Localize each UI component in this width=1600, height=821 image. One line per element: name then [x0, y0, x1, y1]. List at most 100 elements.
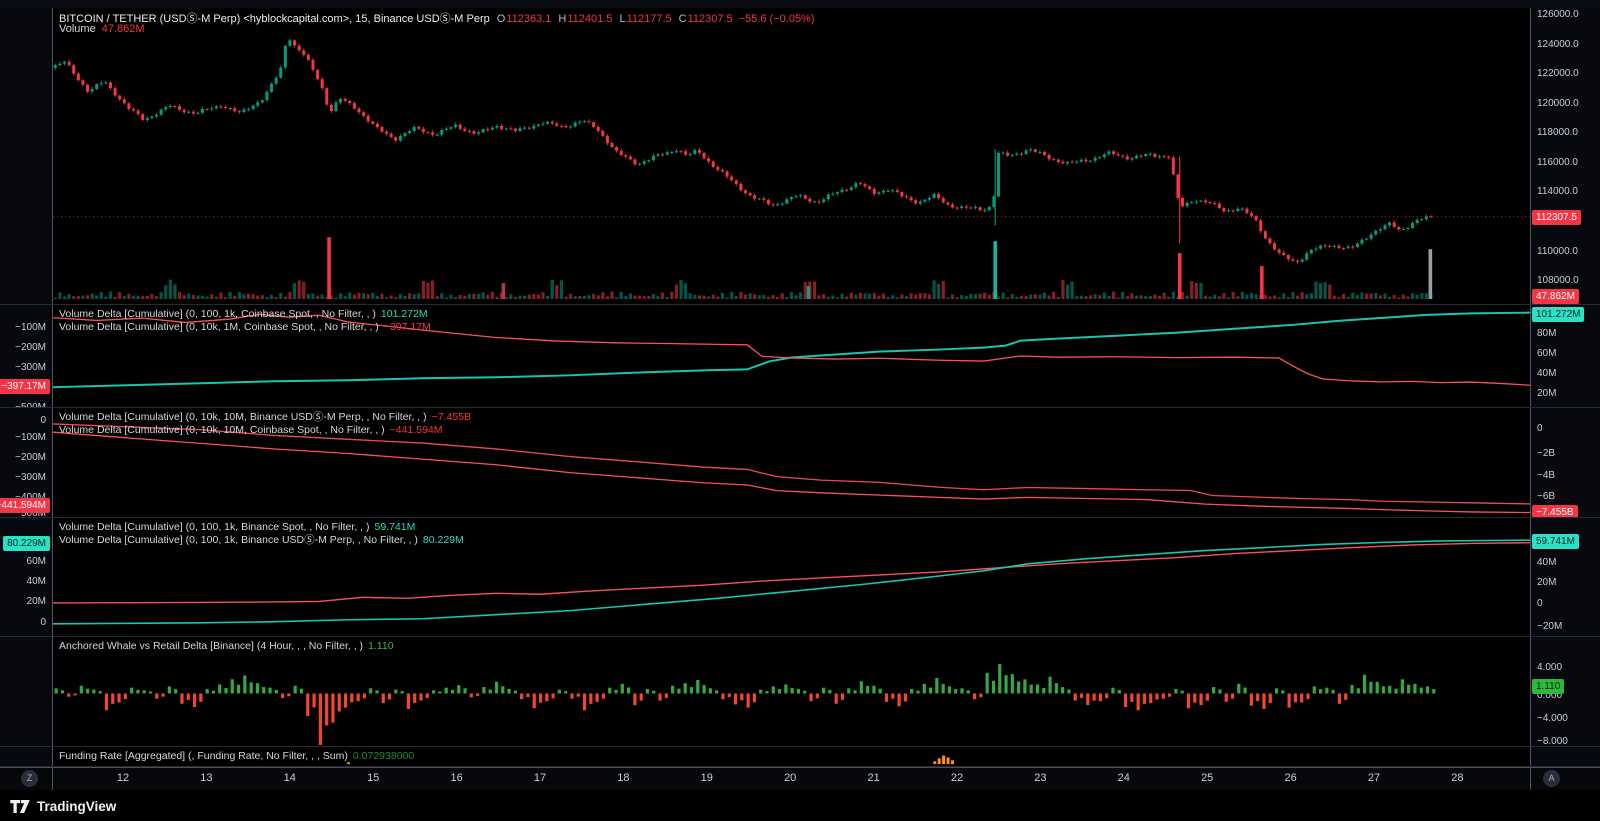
date-tick: 17 [534, 772, 546, 784]
date-tick: 19 [701, 772, 713, 784]
right-axis-cvd-coinbase[interactable]: 80M60M40M20M101.272M [1530, 305, 1600, 407]
right-axis-whale-retail[interactable]: 4.0000.000−4.000−8.0001.110 [1530, 637, 1600, 746]
indicator-title[interactable]: Funding Rate [Aggregated] (, Funding Rat… [59, 750, 348, 762]
axis-tick: 0 [1537, 597, 1543, 611]
axis-tick: −4B [1537, 469, 1555, 483]
date-tick: 16 [450, 772, 462, 784]
axis-tick: 114000.0 [1537, 185, 1578, 199]
indicator-title[interactable]: Anchored Whale vs Retail Delta [Binance]… [59, 640, 363, 652]
right-axis-cvd-perp-coinbase[interactable]: 0−2B−4B−6B−7.455B [1530, 408, 1600, 517]
time-axis: Z 1213141516171819202122232425262728 A [0, 767, 1600, 790]
chart-area-cvd-coinbase[interactable]: Volume Delta [Cumulative] (0, 100, 1k, C… [53, 305, 1530, 407]
left-axis-funding[interactable] [0, 747, 53, 766]
left-axis-cvd-coinbase[interactable]: −100M−200M−300M−500M−397.17M [0, 305, 53, 407]
ohlc-close-value: 112307.5 [688, 13, 733, 25]
axis-tick: 60M [1537, 347, 1556, 361]
auto-scale-button[interactable]: A [1543, 770, 1560, 787]
chart-area-cvd-perp-coinbase[interactable]: Volume Delta [Cumulative] (0, 10k, 10M, … [53, 408, 1530, 517]
indicator-legend: Volume Delta [Cumulative] (0, 100, 1k, B… [59, 521, 464, 546]
right-axis-price[interactable]: 126000.0124000.0122000.0120000.0118000.0… [1530, 8, 1600, 304]
indicator-title[interactable]: Volume Delta [Cumulative] (0, 100, 1k, B… [59, 534, 418, 546]
indicator-legend: Volume Delta [Cumulative] (0, 100, 1k, C… [59, 308, 431, 333]
left-axis-price[interactable] [0, 8, 53, 304]
axis-tick: −100M [15, 431, 46, 445]
axis-tick: 126000.0 [1537, 8, 1579, 22]
date-tick: 23 [1034, 772, 1046, 784]
symbol-legend: BITCOIN / TETHER (USDⓈ-M Perp) <hyblockc… [59, 9, 815, 27]
date-tick: 22 [951, 772, 963, 784]
axis-tick: 40M [1537, 556, 1556, 570]
ohlc-low-value: 112177.5 [627, 13, 672, 25]
right-axis-cvd-binance[interactable]: 40M20M0−20M59.741M [1530, 518, 1600, 636]
left-axis-cvd-binance[interactable]: 60M40M20M080.229M [0, 518, 53, 636]
date-tick: 15 [367, 772, 379, 784]
price-badge: 112307.5 [1532, 210, 1581, 225]
price-badge: 80.229M [3, 536, 50, 551]
indicator-title[interactable]: Volume Delta [Cumulative] (0, 10k, 10M, … [59, 411, 427, 423]
price-plot[interactable] [53, 8, 1530, 304]
date-tick: 26 [1284, 772, 1296, 784]
chart-area-cvd-binance[interactable]: Volume Delta [Cumulative] (0, 100, 1k, B… [53, 518, 1530, 636]
axis-tick: 20M [1537, 387, 1556, 401]
axis-tick: 0 [1537, 422, 1543, 436]
price-badge: 101.272M [1532, 307, 1584, 322]
axis-tick: 40M [27, 575, 46, 589]
axis-tick: 4.000 [1537, 661, 1562, 675]
ohlc-open-label: O [497, 13, 506, 25]
axis-tick: 122000.0 [1537, 67, 1579, 81]
timezone-button[interactable]: Z [21, 770, 38, 787]
axis-tick: −4.000 [1537, 712, 1568, 726]
axis-tick: −500M [15, 401, 46, 407]
price-badge: −7.455B [1532, 505, 1578, 517]
indicator-value: 80.229M [423, 534, 464, 546]
date-tick: 28 [1451, 772, 1463, 784]
indicator-value: 59.741M [374, 521, 415, 533]
time-axis-scale[interactable]: 1213141516171819202122232425262728 [53, 768, 1530, 790]
indicator-title[interactable]: Volume Delta [Cumulative] (0, 10k, 1M, C… [59, 321, 379, 333]
axis-tick: −8.000 [1537, 735, 1568, 746]
pane-funding: Funding Rate [Aggregated] (, Funding Rat… [0, 747, 1600, 767]
price-badge: 59.741M [1532, 534, 1579, 549]
ohlc-open-value: 112363.1 [506, 13, 551, 25]
tradingview-brand-text[interactable]: TradingView [37, 799, 116, 814]
axis-tick: 110000.0 [1537, 245, 1578, 259]
legend-row: Anchored Whale vs Retail Delta [Binance]… [59, 640, 394, 653]
left-axis-whale-retail[interactable] [0, 637, 53, 746]
left-axis-cvd-perp-coinbase[interactable]: 0−100M−200M−300M−400M−500M−441.594M [0, 408, 53, 517]
axis-tick: −100M [15, 321, 46, 335]
tradingview-logo-icon[interactable] [10, 800, 30, 813]
axis-tick: −300M [15, 361, 46, 375]
indicator-title[interactable]: Volume Delta [Cumulative] (0, 10k, 10M, … [59, 424, 385, 436]
axis-tick: 120000.0 [1537, 97, 1579, 111]
date-tick: 12 [117, 772, 129, 784]
indicator-title[interactable]: Volume Delta [Cumulative] (0, 100, 1k, C… [59, 308, 376, 320]
price-badge: −441.594M [0, 498, 50, 513]
ohlc-low-label: L [619, 13, 625, 25]
indicator-legend: Anchored Whale vs Retail Delta [Binance]… [59, 640, 394, 653]
top-strip [0, 0, 1600, 8]
pane-cvd-binance: 60M40M20M080.229M Volume Delta [Cumulativ… [0, 518, 1600, 637]
volume-legend[interactable]: Volume47.862M [59, 23, 145, 35]
volume-value: 47.862M [102, 23, 145, 35]
axis-tick: −20M [1537, 620, 1562, 634]
date-tick: 14 [284, 772, 296, 784]
footer-bar: TradingView [0, 790, 1600, 821]
indicator-value: −397.17M [384, 321, 431, 333]
chart-area-price[interactable] [53, 8, 1530, 304]
indicator-value: 1.110 [368, 640, 394, 652]
date-tick: 20 [784, 772, 796, 784]
indicator-title[interactable]: Volume Delta [Cumulative] (0, 100, 1k, B… [59, 521, 369, 533]
date-tick: 24 [1118, 772, 1130, 784]
indicator-value: −441.594M [390, 424, 443, 436]
chart-area-whale-retail[interactable]: Anchored Whale vs Retail Delta [Binance]… [53, 637, 1530, 746]
pane-whale-retail: Anchored Whale vs Retail Delta [Binance]… [0, 637, 1600, 747]
date-tick: 21 [867, 772, 879, 784]
pane-price: 126000.0124000.0122000.0120000.0118000.0… [0, 8, 1600, 305]
tradingview-chart-window: 126000.0124000.0122000.0120000.0118000.0… [0, 0, 1600, 821]
right-axis-funding[interactable] [1530, 747, 1600, 766]
legend-row: Volume Delta [Cumulative] (0, 10k, 1M, C… [59, 321, 431, 334]
indicator-legend: Volume Delta [Cumulative] (0, 10k, 10M, … [59, 411, 471, 436]
whale-retail-plot[interactable] [53, 637, 1530, 746]
chart-area-funding[interactable]: Funding Rate [Aggregated] (, Funding Rat… [53, 747, 1530, 766]
axis-tick: 108000.0 [1537, 274, 1579, 288]
